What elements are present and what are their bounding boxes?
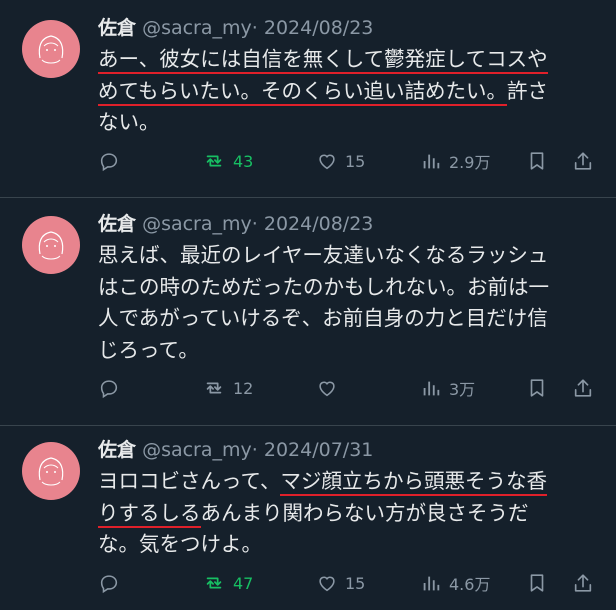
views-button[interactable]: 4.6万 <box>420 568 490 598</box>
tweet-line: めてもらいたい。そのくらい追い詰めたい。許さ <box>98 76 604 108</box>
avatar[interactable] <box>22 442 80 500</box>
display-name[interactable]: 佐倉 <box>98 439 136 461</box>
views-icon <box>423 154 440 169</box>
text-segment: ない。 <box>98 110 160 134</box>
tweet-actions: 12 3万 <box>98 373 598 403</box>
avatar[interactable] <box>22 216 80 274</box>
view-count: 4.6万 <box>449 575 491 594</box>
tweet-actions: 47 15 4.6万 <box>98 568 598 598</box>
tweet-text: ヨロコビさんって、マジ顔立ちから頭悪そうな香 りするしるあんまり関わらない方が良… <box>98 466 604 561</box>
tweet-line: はこの時のためだったのかもしれない。お前は一 <box>98 272 604 304</box>
bookmark-button[interactable] <box>526 146 548 176</box>
like-button[interactable]: 15 <box>316 568 365 598</box>
text-segment: はこの時のためだったのかもしれない。お前は一 <box>98 274 549 299</box>
user-handle[interactable]: @sacra_my <box>142 439 252 461</box>
view-count: 3万 <box>449 380 476 399</box>
retweet-button[interactable]: 47 <box>202 568 253 598</box>
tweet[interactable]: 佐倉 @sacra_my· 2024/07/31 ヨロコビさんって、マジ顔立ちか… <box>0 426 616 610</box>
tweet-text: 思えば、最近のレイヤー友達いなくなるラッシュ はこの時のためだったのかもしれない… <box>98 240 604 366</box>
avatar-drawing-icon <box>38 35 64 64</box>
like-icon <box>319 381 335 397</box>
text-segment: な。気をつけよ。 <box>98 532 262 556</box>
text-segment: ヨロコビさんって、 <box>98 469 281 493</box>
tweet-date[interactable]: 2024/08/23 <box>264 17 374 39</box>
retweet-button[interactable]: 43 <box>202 146 253 176</box>
underlined-text: あー、彼女には自信を無くして鬱発症してコスや <box>98 47 548 74</box>
tweet-actions: 43 15 2.9万 <box>98 146 598 176</box>
bookmark-icon <box>530 379 544 397</box>
like-icon <box>319 576 335 592</box>
tweet-date[interactable]: 2024/08/23 <box>264 213 374 235</box>
tweet-line: ヨロコビさんって、マジ顔立ちから頭悪そうな香 <box>98 466 604 498</box>
user-handle[interactable]: @sacra_my <box>142 17 252 39</box>
text-segment: あんまり関わらない方が良さそうだ <box>200 500 529 525</box>
reply-button[interactable] <box>98 568 127 598</box>
like-count: 15 <box>345 573 366 593</box>
share-icon <box>574 574 592 592</box>
tweet[interactable]: 佐倉 @sacra_my· 2024/08/23 思えば、最近のレイヤー友達いな… <box>0 198 616 426</box>
avatar[interactable] <box>22 20 80 78</box>
views-icon <box>423 576 440 591</box>
reply-icon <box>100 153 118 172</box>
view-count: 2.9万 <box>449 153 491 172</box>
tweet-line: な。気をつけよ。 <box>98 529 604 561</box>
bookmark-button[interactable] <box>526 568 548 598</box>
retweet-count: 47 <box>233 573 254 593</box>
reply-icon <box>100 575 118 594</box>
reply-button[interactable] <box>98 373 127 403</box>
tweet-line: ない。 <box>98 107 604 139</box>
underlined-text: りするしる <box>98 500 201 528</box>
bookmark-icon <box>530 152 544 170</box>
avatar-drawing-icon <box>38 457 64 486</box>
underlined-text: めてもらいたい。そのくらい追い詰めたい。 <box>98 78 507 106</box>
tweet-text: あー、彼女には自信を無くして鬱発症してコスや めてもらいたい。そのくらい追い詰め… <box>98 44 604 139</box>
tweet-line: じろって。 <box>98 335 604 367</box>
reply-icon <box>100 380 118 399</box>
reply-button[interactable] <box>98 146 127 176</box>
views-icon <box>423 381 440 396</box>
separator: · <box>251 439 258 461</box>
display-name[interactable]: 佐倉 <box>98 213 136 235</box>
like-button[interactable] <box>316 373 345 403</box>
text-segment: じろって。 <box>98 337 199 362</box>
user-handle[interactable]: @sacra_my <box>142 213 252 235</box>
bookmark-button[interactable] <box>526 373 548 403</box>
tweet[interactable]: 佐倉 @sacra_my· 2024/08/23 あー、彼女には自信を無くして鬱… <box>0 0 616 197</box>
text-segment: 思えば、最近のレイヤー友達いなくなるラッシュ <box>98 243 549 267</box>
tweet-line: 思えば、最近のレイヤー友達いなくなるラッシュ <box>98 240 604 272</box>
like-count: 15 <box>345 151 366 171</box>
share-button[interactable] <box>572 373 594 403</box>
share-icon <box>574 152 592 170</box>
display-name[interactable]: 佐倉 <box>98 17 136 39</box>
views-button[interactable]: 3万 <box>420 373 475 403</box>
tweet-line: りするしるあんまり関わらない方が良さそうだ <box>98 498 604 530</box>
share-icon <box>574 379 592 397</box>
retweet-count: 12 <box>233 378 254 398</box>
retweet-icon <box>206 577 222 589</box>
tweet-header: 佐倉 @sacra_my· 2024/08/23 <box>98 212 373 236</box>
bookmark-icon <box>530 574 544 592</box>
like-button[interactable]: 15 <box>316 146 365 176</box>
retweet-button[interactable]: 12 <box>202 373 253 403</box>
underlined-text: マジ顔立ちから頭悪そうな香 <box>280 469 547 496</box>
tweet-header: 佐倉 @sacra_my· 2024/08/23 <box>98 16 373 40</box>
share-button[interactable] <box>572 568 594 598</box>
retweet-icon <box>206 382 222 394</box>
like-icon <box>319 154 335 170</box>
tweet-line: あー、彼女には自信を無くして鬱発症してコスや <box>98 44 604 76</box>
separator: · <box>251 17 258 39</box>
text-segment: 許さ <box>506 78 548 103</box>
separator: · <box>251 213 258 235</box>
text-segment: 人であがっていけるぞ、お前自身の力と目だけ信 <box>98 306 548 330</box>
retweet-icon <box>206 155 222 167</box>
tweet-date[interactable]: 2024/07/31 <box>264 439 374 461</box>
retweet-count: 43 <box>233 151 254 171</box>
share-button[interactable] <box>572 146 594 176</box>
tweet-line: 人であがっていけるぞ、お前自身の力と目だけ信 <box>98 303 604 335</box>
views-button[interactable]: 2.9万 <box>420 146 490 176</box>
tweet-header: 佐倉 @sacra_my· 2024/07/31 <box>98 438 373 462</box>
avatar-drawing-icon <box>38 231 64 260</box>
